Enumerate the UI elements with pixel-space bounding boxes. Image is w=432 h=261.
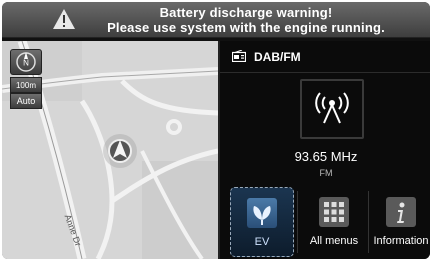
compass-button[interactable]: N — [10, 49, 42, 75]
ev-button[interactable]: EV — [230, 187, 294, 257]
divider — [368, 191, 369, 253]
warning-banner: Battery discharge warning! Please use sy… — [2, 2, 430, 38]
information-label: Information — [373, 235, 429, 247]
band-label: FM — [319, 168, 333, 178]
warning-message: Please use system with the engine runnin… — [107, 20, 385, 35]
media-panel: DAB/FM 93.65 MHz FM EV All menus Informa… — [218, 41, 430, 259]
ev-label: EV — [254, 236, 270, 248]
auto-zoom-button[interactable]: Auto — [10, 93, 42, 109]
grid-icon — [319, 197, 349, 227]
all-menus-button[interactable]: All menus — [300, 187, 368, 257]
leaf-icon — [247, 198, 277, 228]
info-icon — [386, 197, 416, 227]
source-header[interactable]: DAB/FM — [220, 41, 430, 73]
vehicle-position-icon — [103, 134, 137, 168]
all-menus-label: All menus — [309, 235, 359, 247]
antenna-icon — [315, 92, 349, 124]
head-unit-screen: Battery discharge warning! Please use sy… — [2, 2, 430, 259]
navigation-map[interactable]: N 100m Auto Anne Dr — [2, 41, 218, 259]
map-scale[interactable]: 100m — [10, 77, 42, 93]
radio-source-icon — [232, 50, 246, 62]
svg-text:N: N — [23, 59, 29, 68]
warning-icon — [53, 9, 75, 29]
divider — [297, 191, 298, 253]
radio-artwork — [300, 79, 364, 139]
source-label: DAB/FM — [254, 50, 301, 64]
frequency-display: 93.65 MHz — [294, 149, 358, 164]
information-button[interactable]: Information — [370, 187, 430, 257]
compass-icon: N — [16, 52, 36, 72]
warning-title: Battery discharge warning! — [159, 5, 333, 20]
